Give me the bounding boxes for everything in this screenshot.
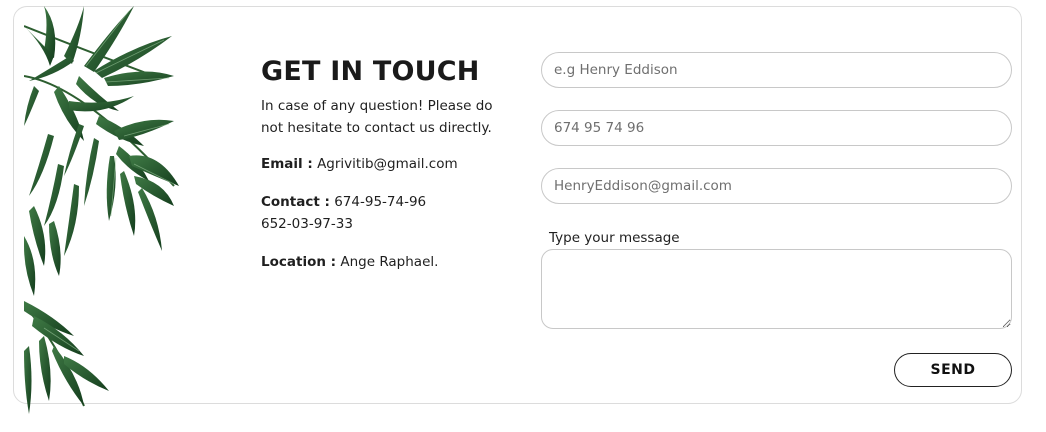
location-label: Location : (261, 254, 337, 270)
contact-detail: Contact : 674-95-74-96 652-03-97-33 (261, 191, 511, 235)
name-input[interactable] (541, 52, 1012, 88)
location-detail: Location : Ange Raphael. (261, 251, 511, 273)
intro-text: In case of any question! Please do not h… (261, 98, 493, 136)
email-detail: Email : Agrivitib@gmail.com (261, 153, 511, 175)
phone-2: 652-03-97-33 (261, 216, 353, 232)
contact-info: GET IN TOUCH In case of any question! Pl… (261, 55, 511, 273)
email-label: Email : (261, 156, 313, 172)
message-textarea[interactable] (541, 249, 1012, 329)
phone-1: 674-95-74-96 (334, 194, 427, 210)
page-title: GET IN TOUCH (261, 56, 480, 87)
location-value: Ange Raphael. (340, 254, 439, 270)
email-value: Agrivitib@gmail.com (317, 156, 458, 172)
message-label: Type your message (549, 230, 680, 246)
email-input[interactable] (541, 168, 1012, 204)
send-button[interactable]: SEND (894, 353, 1012, 387)
contact-label: Contact : (261, 194, 330, 210)
palm-leaves-illustration (24, 6, 194, 414)
phone-input[interactable] (541, 110, 1012, 146)
